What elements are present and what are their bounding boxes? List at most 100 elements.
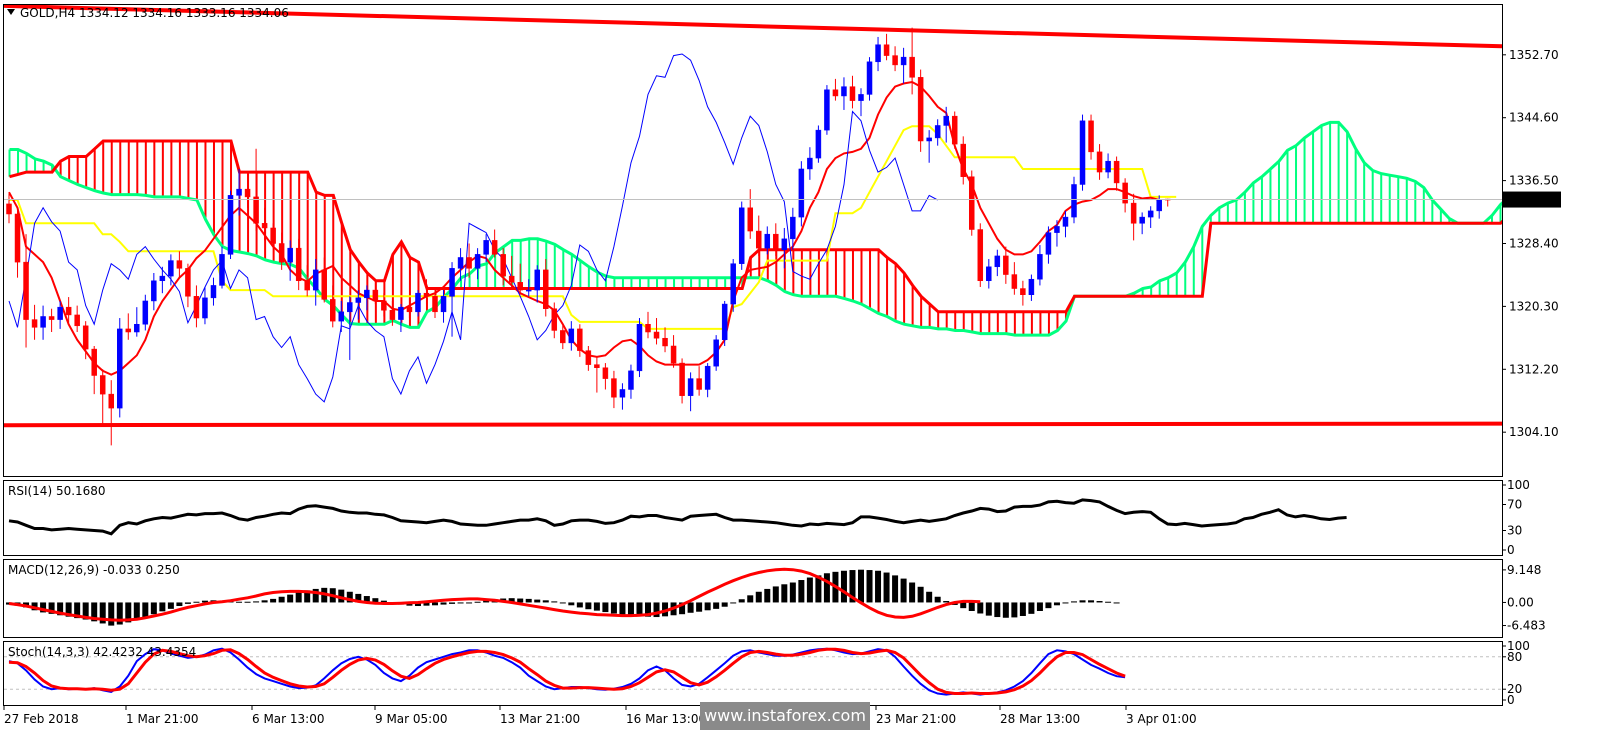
- candle[interactable]: [117, 318, 123, 418]
- candle-body: [611, 378, 617, 398]
- candle-body: [551, 308, 558, 331]
- candle-body: [1147, 210, 1154, 218]
- stochastic-panel[interactable]: 10080200Stoch(14,3,3) 42.4232 43.4354: [3, 639, 1530, 707]
- rsi-panel[interactable]: 100 70 30 0 RSI(14) 50.1680: [3, 478, 1530, 557]
- candle-body: [406, 306, 413, 313]
- current-price-label: 1334.06: [1508, 193, 1558, 207]
- candle-body: [48, 316, 55, 320]
- candle-body: [1130, 202, 1137, 224]
- macd-bar: [730, 602, 737, 604]
- price-tick-label: 1352.70: [1509, 48, 1559, 62]
- candle-body: [176, 260, 183, 269]
- macd-bar: [1045, 602, 1052, 609]
- time-tick-label: 6 Mar 13:00: [252, 712, 325, 726]
- candle-body: [74, 314, 80, 327]
- candle-body: [1037, 254, 1043, 280]
- candle-body: [338, 311, 345, 322]
- candle-body: [1020, 288, 1026, 295]
- macd-bar: [798, 580, 805, 603]
- candle[interactable]: [636, 318, 643, 378]
- candle-body: [117, 328, 123, 409]
- macd-bar: [1053, 602, 1060, 606]
- macd-bar: [1062, 602, 1069, 604]
- macd-bar: [440, 602, 447, 605]
- main-price-panel[interactable]: 1352.70 1344.60 1336.50 1328.40 1320.30 1312.…: [3, 4, 1569, 477]
- candle-body: [270, 227, 276, 244]
- candle[interactable]: [815, 125, 822, 163]
- macd-bar: [721, 602, 728, 607]
- candle-body: [227, 195, 234, 255]
- candle-body: [687, 378, 694, 396]
- candle-body: [883, 44, 890, 56]
- macd-bar: [900, 578, 907, 603]
- candle[interactable]: [951, 111, 958, 149]
- macd-bar: [593, 602, 600, 611]
- candle-body: [244, 188, 251, 198]
- candle-body: [287, 247, 293, 263]
- candle-body: [330, 299, 336, 322]
- candle-body: [977, 229, 984, 282]
- candle[interactable]: [969, 170, 975, 236]
- candle-body: [636, 323, 643, 372]
- macd-bar: [449, 602, 456, 604]
- time-tick-label: 23 Mar 21:00: [876, 712, 956, 726]
- macd-bar: [917, 586, 924, 603]
- macd-bar: [253, 601, 260, 603]
- macd-bar: [534, 599, 541, 603]
- candle[interactable]: [227, 190, 234, 260]
- candle[interactable]: [824, 85, 830, 135]
- candle[interactable]: [866, 57, 873, 101]
- candle[interactable]: [713, 335, 719, 371]
- macd-bar: [559, 602, 566, 604]
- candle-body: [1079, 120, 1086, 185]
- candle-body: [790, 216, 796, 240]
- candle[interactable]: [1079, 114, 1086, 191]
- macd-bar: [159, 602, 166, 612]
- macd-bar: [551, 601, 558, 603]
- time-tick-label: 13 Mar 21:00: [500, 712, 580, 726]
- macd-tick-label: 9.148: [1507, 563, 1541, 577]
- candle-body: [185, 268, 191, 297]
- lower-support-trendline[interactable]: [4, 421, 1502, 428]
- price-tick-label: 1312.20: [1509, 362, 1559, 376]
- candle-body: [432, 296, 438, 313]
- price-tick-label: 1320.30: [1509, 299, 1559, 313]
- macd-panel[interactable]: 9.148 0.00 -6.483 MACD(12,26,9) -0.033 0.25…: [3, 559, 1546, 638]
- candle-body: [57, 306, 63, 320]
- chart-canvas[interactable]: 1352.70 1344.60 1336.50 1328.40 1320.30 1312.…: [0, 0, 1608, 750]
- macd-bar: [627, 602, 634, 616]
- rsi-label: RSI(14) 50.1680: [8, 484, 106, 498]
- candle-body: [23, 261, 29, 320]
- candle-body: [423, 292, 430, 297]
- candle[interactable]: [721, 300, 728, 346]
- time-tick-label: 27 Feb 2018: [4, 712, 79, 726]
- macd-bar: [568, 602, 575, 606]
- candle-body: [934, 125, 941, 139]
- candle-body: [841, 86, 847, 97]
- candle-body: [747, 207, 753, 232]
- macd-bar: [167, 602, 174, 609]
- macd-bar: [287, 594, 294, 603]
- candle[interactable]: [917, 69, 924, 152]
- stoch-tick-label: 0: [1507, 693, 1515, 707]
- time-tick-label: 1 Mar 21:00: [126, 712, 199, 726]
- macd-bar: [517, 598, 524, 603]
- candle-body: [40, 316, 46, 328]
- macd-bar: [943, 601, 950, 603]
- candle[interactable]: [977, 223, 984, 287]
- candle-body: [577, 328, 583, 351]
- candle[interactable]: [730, 259, 736, 312]
- candle-body: [1113, 160, 1120, 184]
- macd-bar: [133, 602, 140, 620]
- macd-bar: [781, 584, 788, 603]
- candle-body: [91, 348, 97, 376]
- candle-body: [168, 260, 174, 277]
- macd-bar: [466, 602, 473, 604]
- candle-body: [756, 230, 762, 249]
- candle[interactable]: [738, 201, 745, 270]
- macd-bar: [542, 600, 549, 603]
- candle-body: [193, 296, 200, 319]
- candle-body: [364, 289, 370, 299]
- watermark: www.instaforex.com: [700, 702, 870, 730]
- candle[interactable]: [798, 161, 805, 227]
